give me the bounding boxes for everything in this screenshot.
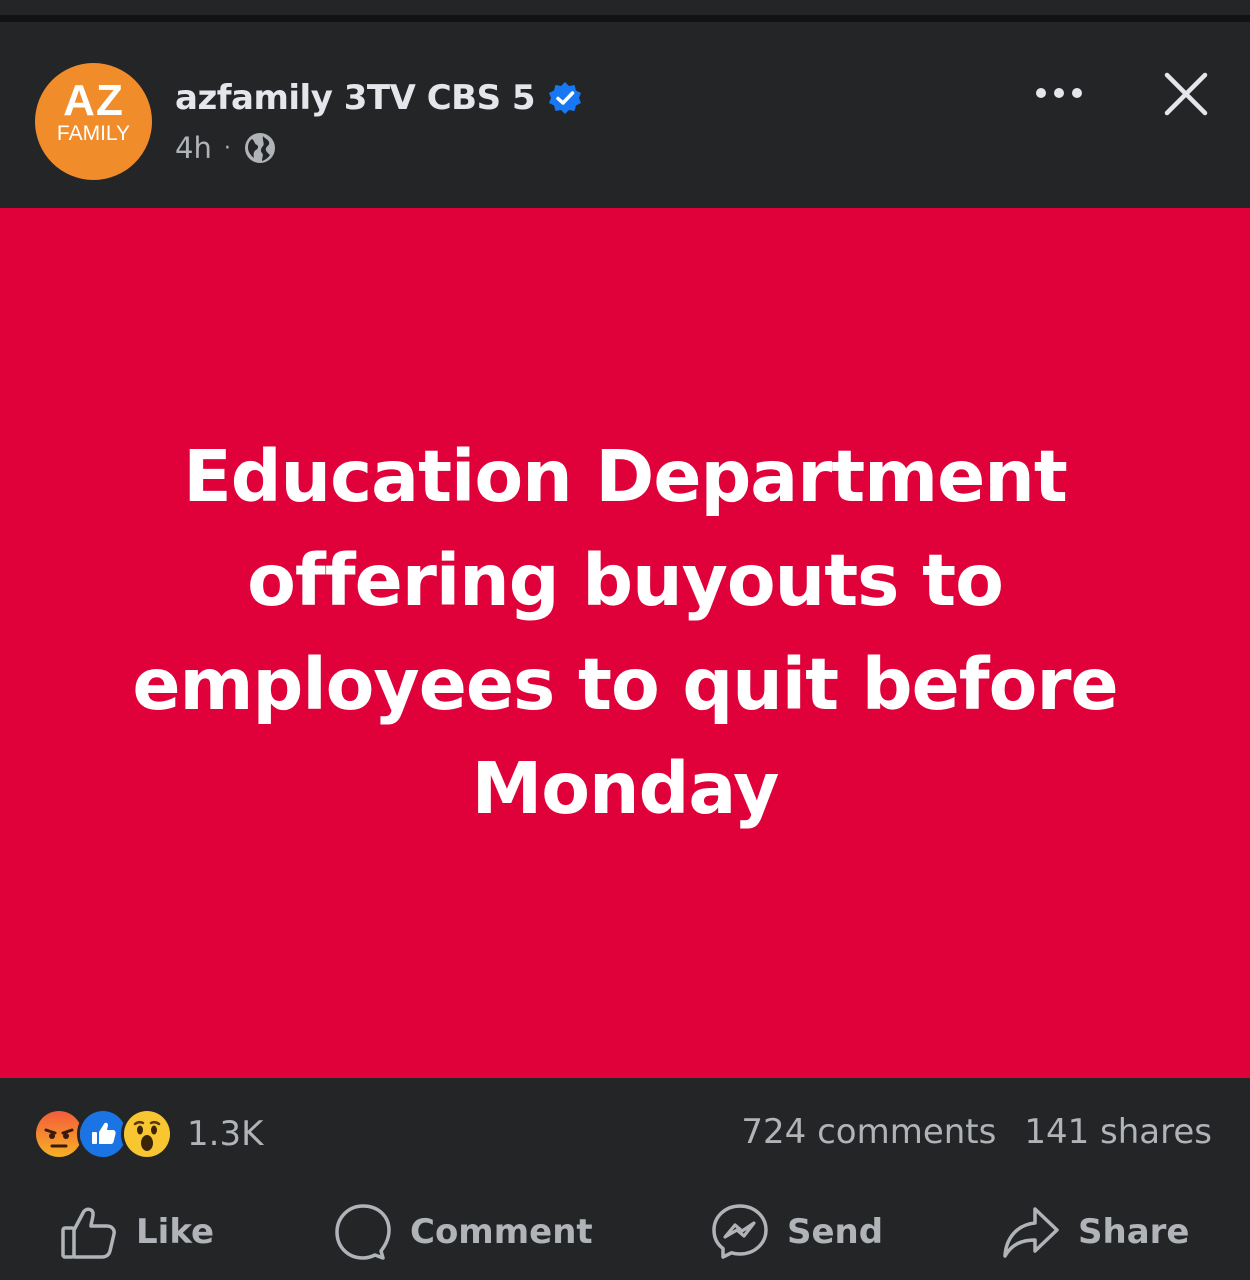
send-label: Send bbox=[787, 1212, 884, 1252]
comment-bubble-icon bbox=[335, 1204, 391, 1260]
engagement-stats: 1.3K 724 comments 141 shares bbox=[0, 1078, 1250, 1188]
globe-icon[interactable] bbox=[243, 131, 277, 165]
share-arrow-icon bbox=[1003, 1207, 1059, 1258]
comments-count[interactable]: 724 comments bbox=[741, 1112, 996, 1152]
avatar-line2: FAMILY bbox=[56, 122, 131, 145]
post-time[interactable]: 4h bbox=[175, 131, 212, 165]
meta-separator: · bbox=[223, 135, 231, 161]
like-label: Like bbox=[136, 1212, 215, 1252]
reaction-count: 1.3K bbox=[187, 1114, 264, 1154]
shares-count[interactable]: 141 shares bbox=[1024, 1112, 1212, 1152]
post-meta: 4h · bbox=[175, 128, 277, 168]
comment-label: Comment bbox=[410, 1212, 593, 1252]
wow-reaction-icon bbox=[121, 1108, 173, 1160]
post-text: Education Department offering buyouts to… bbox=[132, 435, 1118, 830]
comment-share-counts: 724 comments 141 shares bbox=[741, 1112, 1212, 1152]
avatar[interactable]: AZ FAMILY bbox=[35, 63, 152, 180]
messenger-icon bbox=[712, 1204, 768, 1259]
avatar-line1: AZ bbox=[63, 76, 124, 125]
page-name[interactable]: azfamily 3TV CBS 5 bbox=[175, 78, 536, 118]
comment-button[interactable]: Comment bbox=[334, 1202, 593, 1262]
like-button[interactable]: Like bbox=[60, 1202, 214, 1262]
thumbs-up-icon bbox=[61, 1207, 116, 1259]
reaction-summary[interactable]: 1.3K bbox=[33, 1108, 263, 1160]
top-strip bbox=[0, 0, 1250, 30]
top-divider bbox=[0, 15, 1250, 22]
action-bar: Like Comment Send Share bbox=[0, 1188, 1250, 1280]
page-name-row: azfamily 3TV CBS 5 bbox=[175, 74, 583, 122]
post-header: AZ FAMILY azfamily 3TV CBS 5 4h · bbox=[0, 30, 1250, 208]
verified-badge-icon bbox=[547, 80, 583, 116]
share-label: Share bbox=[1078, 1212, 1190, 1252]
share-button[interactable]: Share bbox=[1002, 1202, 1189, 1262]
more-options-icon[interactable] bbox=[1026, 78, 1092, 108]
send-button[interactable]: Send bbox=[711, 1202, 883, 1262]
post-text-card[interactable]: Education Department offering buyouts to… bbox=[0, 208, 1250, 1078]
close-icon[interactable] bbox=[1158, 66, 1214, 122]
